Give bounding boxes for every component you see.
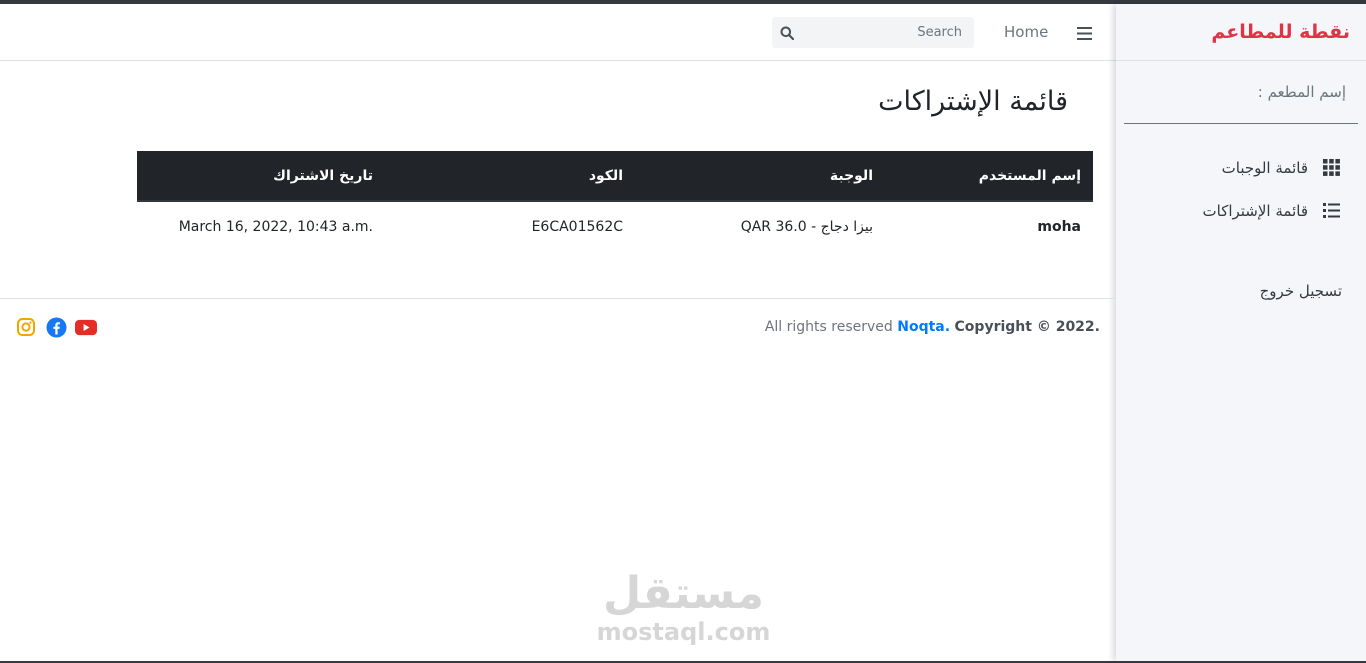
- sidebar-item-subscriptions[interactable]: قائمة الإشتراكات: [1116, 189, 1366, 232]
- grid-icon: [1322, 159, 1340, 177]
- search-input[interactable]: [802, 17, 970, 48]
- sidebar-item-label: قائمة الوجبات: [1221, 158, 1308, 177]
- copyright-text: All rights reserved Noqta. Copyright © 2…: [764, 319, 1100, 335]
- column-header-meal: الوجبة: [635, 151, 885, 202]
- brand[interactable]: نقطة للمطاعم: [1116, 4, 1366, 61]
- top-navbar: Home: [0, 4, 1116, 61]
- restaurant-name-label: إسم المطعم :: [1124, 61, 1358, 124]
- cell-username: moha: [1037, 218, 1081, 235]
- copyright-prefix: Copyright © 2022: [954, 319, 1095, 335]
- column-header-username: إسم المستخدم: [885, 151, 1093, 202]
- menu-toggle-icon[interactable]: [1072, 22, 1096, 44]
- column-header-date: تاريخ الاشتراك: [137, 151, 385, 202]
- copyright-suffix: All rights reserved: [764, 319, 893, 335]
- sidebar-item-meals[interactable]: قائمة الوجبات: [1116, 146, 1366, 189]
- cell-code: E6CA01562C: [531, 218, 623, 235]
- facebook-icon[interactable]: [45, 316, 67, 338]
- list-icon: [1322, 202, 1340, 220]
- youtube-icon[interactable]: [75, 316, 97, 338]
- logout-link[interactable]: تسجيل خروج: [1116, 282, 1366, 300]
- watermark-latin: mostaql.com: [596, 618, 771, 646]
- search-icon[interactable]: [772, 17, 802, 48]
- instagram-icon[interactable]: [15, 316, 37, 338]
- subscriptions-table: إسم المستخدم الوجبة الكود تاريخ الاشتراك…: [137, 151, 1093, 251]
- column-header-code: الكود: [385, 151, 635, 202]
- brand-name: نقطة للمطاعم: [1211, 21, 1350, 43]
- sidebar-nav: قائمة الوجبات قائمة الإشتراكات: [1116, 124, 1366, 232]
- sidebar-item-label: قائمة الإشتراكات: [1202, 201, 1309, 220]
- table-row: moha بيزا دجاج - QAR 36.0 E6CA01562C Mar…: [137, 201, 1093, 251]
- sidebar: نقطة للمطاعم إسم المطعم : قائمة الوجبات: [1116, 4, 1366, 661]
- home-link[interactable]: Home: [1004, 23, 1048, 41]
- cell-meal: بيزا دجاج - QAR 36.0: [740, 218, 873, 235]
- cell-date: March 16, 2022, 10:43 a.m.: [178, 218, 373, 235]
- watermark-arabic: مستقل: [603, 568, 764, 619]
- page-title: قائمة الإشتراكات: [878, 86, 1068, 117]
- table-header-row: إسم المستخدم الوجبة الكود تاريخ الاشتراك: [137, 151, 1093, 202]
- footer: All rights reserved Noqta. Copyright © 2…: [0, 298, 1116, 358]
- social-links: [15, 316, 97, 338]
- search-box: [772, 17, 974, 48]
- footer-brand-link[interactable]: Noqta.: [897, 319, 950, 335]
- mostaql-watermark: مستقل mostaql.com: [596, 568, 771, 647]
